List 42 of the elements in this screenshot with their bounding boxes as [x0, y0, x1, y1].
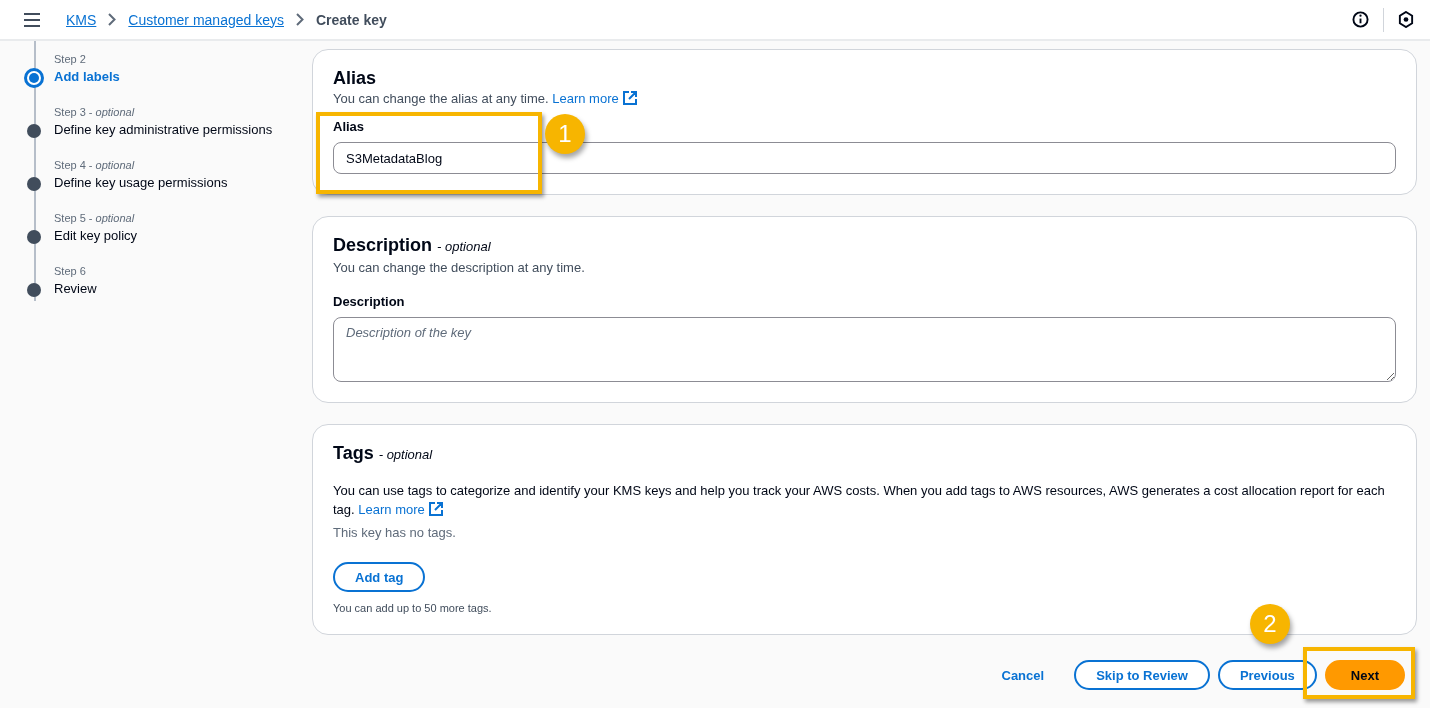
- step-number: Step 6: [54, 264, 87, 279]
- step-title[interactable]: Define key usage permissions: [54, 173, 228, 193]
- external-link-icon: [622, 91, 637, 105]
- card-title: Description: [333, 235, 433, 255]
- optional-note: - optional: [437, 239, 491, 254]
- optional-note: - optional: [378, 447, 433, 462]
- breadcrumb-current: Create key: [316, 11, 387, 28]
- secondary-button[interactable]: Previous: [1217, 660, 1317, 690]
- info-icon[interactable]: [1352, 11, 1369, 28]
- card-description: You can change the description at any time.: [333, 259, 586, 277]
- tags-description: You can use tags to categorize and identify your KMS keys and help you track your AWS costs. When you add tags to AWS resources, AWS generates a cost allocation report for each tag. Learn more: [333, 482, 1386, 519]
- step-title[interactable]: Edit key policy: [54, 226, 138, 246]
- card-title: Alias: [333, 67, 378, 90]
- description-field[interactable]: Description of the key: [333, 317, 1396, 382]
- external-link-icon: [428, 502, 443, 516]
- breadcrumb-link[interactable]: KMS: [66, 11, 97, 28]
- next-button[interactable]: Next: [1324, 660, 1405, 690]
- step-title[interactable]: Review: [54, 279, 97, 299]
- step-number: Step 4 - optional: [54, 158, 136, 173]
- menu-icon[interactable]: [24, 12, 40, 27]
- breadcrumb-link[interactable]: Customer managed keys: [128, 11, 284, 28]
- field-label: Alias: [333, 118, 365, 136]
- tags-hint: You can add up to 50 more tags.: [333, 602, 493, 614]
- learn-more-link[interactable]: Learn more: [358, 502, 443, 517]
- learn-more-link[interactable]: Learn more: [552, 91, 637, 106]
- step-title[interactable]: Define key administrative permissions: [54, 120, 273, 140]
- hexagon-icon[interactable]: [1398, 11, 1414, 28]
- add-tag-button[interactable]: Add tag: [333, 562, 426, 592]
- secondary-button[interactable]: Skip to Review: [1074, 660, 1210, 690]
- empty-tags-text: This key has no tags.: [333, 525, 457, 540]
- field-label: Description: [333, 293, 405, 311]
- alias-field[interactable]: S3MetadataBlog: [333, 142, 1396, 174]
- step-number: Step 5 - optional: [54, 211, 136, 226]
- step-badge: 1: [545, 114, 585, 154]
- card-description: You can change the alias at any time. Learn more: [333, 90, 1396, 108]
- step-number: Step 2: [54, 52, 87, 67]
- chevron-right-icon: [108, 13, 117, 26]
- chevron-right-icon: [296, 13, 304, 26]
- step-title[interactable]: Add labels: [54, 67, 120, 87]
- card-title: Tags: [333, 443, 374, 463]
- cancel-button[interactable]: Cancel: [987, 660, 1059, 690]
- step-number: Step 3 - optional: [54, 105, 136, 120]
